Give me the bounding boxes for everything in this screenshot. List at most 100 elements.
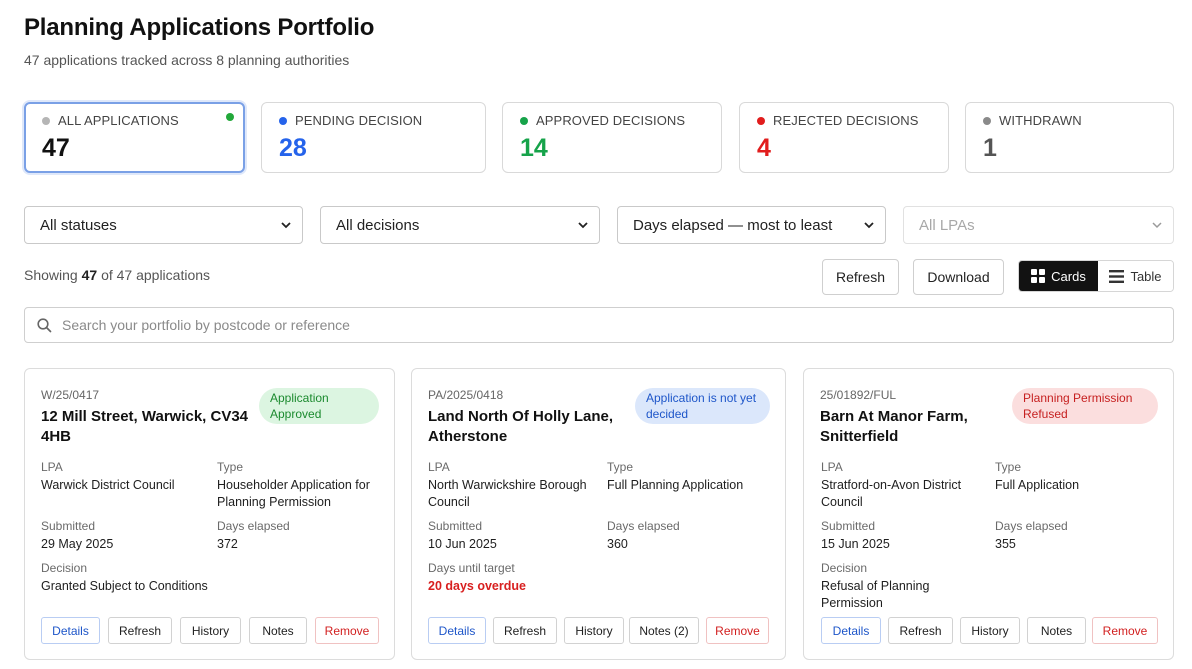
days-elapsed-value: 372 — [217, 537, 238, 551]
details-button[interactable]: Details — [41, 617, 100, 644]
stat-value: 14 — [520, 134, 548, 162]
refresh-button[interactable]: Refresh — [822, 259, 899, 295]
stat-card-withdrawn[interactable]: WITHDRAWN 1 — [965, 102, 1174, 173]
sort-select[interactable]: Days elapsed — most to least — [617, 206, 886, 244]
status-dot — [42, 116, 50, 125]
days-elapsed-label: Days elapsed — [217, 519, 290, 533]
remove-button[interactable]: Remove — [1092, 617, 1158, 644]
days-elapsed-label: Days elapsed — [995, 519, 1068, 533]
lpa-label: LPA — [428, 460, 450, 474]
table-view-button[interactable]: Table — [1098, 261, 1173, 291]
submitted-label: Submitted — [428, 519, 483, 533]
cards-view-button[interactable]: Cards — [1019, 261, 1098, 291]
stat-value: 4 — [757, 134, 771, 162]
select-value: All LPAs — [919, 216, 975, 234]
status-badge: Planning Permission Refused — [1012, 388, 1158, 424]
status-badge: Application is not yet decided — [635, 388, 770, 424]
submitted-value: 15 Jun 2025 — [821, 537, 890, 551]
grid-icon — [1031, 269, 1046, 283]
stat-label: PENDING DECISION — [295, 113, 423, 128]
results-summary: Showing 47 of 47 applications — [24, 267, 210, 283]
details-button[interactable]: Details — [428, 617, 486, 644]
card-refresh-button[interactable]: Refresh — [888, 617, 953, 644]
lpa-label: LPA — [821, 460, 843, 474]
type-label: Type — [607, 460, 634, 474]
stat-card-all[interactable]: ALL APPLICATIONS 47 — [24, 102, 245, 173]
history-button[interactable]: History — [960, 617, 1020, 644]
type-value: Full Application — [995, 478, 1080, 492]
chevron-down-icon — [864, 222, 874, 229]
summary-count: 47 — [81, 267, 98, 283]
view-toggle: Cards Table — [1018, 260, 1174, 292]
application-card: 25/01892/FUL Barn At Manor Farm, Snitter… — [803, 368, 1174, 660]
application-reference: PA/2025/0418 — [428, 388, 504, 402]
lpa-value: Warwick District Council — [41, 478, 175, 492]
application-address[interactable]: Barn At Manor Farm, Snitterfield — [820, 407, 1035, 447]
details-button[interactable]: Details — [821, 617, 881, 644]
stat-value: 47 — [42, 134, 70, 162]
stat-label: WITHDRAWN — [999, 113, 1082, 128]
submitted-label: Submitted — [821, 519, 876, 533]
notes-button[interactable]: Notes — [1027, 617, 1086, 644]
type-label: Type — [995, 460, 1022, 474]
stat-card-rejected[interactable]: REJECTED DECISIONS 4 — [739, 102, 949, 173]
stat-label: APPROVED DECISIONS — [536, 113, 686, 128]
days-elapsed-label: Days elapsed — [607, 519, 680, 533]
summary-suffix: of 47 applications — [101, 267, 211, 283]
days-until-target-value: 20 days overdue — [428, 579, 526, 593]
decision-label: Decision — [821, 561, 868, 575]
decision-value: Refusal of Planning Permission — [821, 579, 930, 610]
application-address[interactable]: Land North Of Holly Lane, Atherstone — [428, 407, 643, 447]
summary-prefix: Showing — [24, 267, 78, 283]
remove-button[interactable]: Remove — [706, 617, 769, 644]
status-dot — [983, 116, 991, 125]
lpa-value: Stratford-on-Avon District Council — [821, 478, 962, 509]
stat-card-pending[interactable]: PENDING DECISION 28 — [261, 102, 486, 173]
stat-card-approved[interactable]: APPROVED DECISIONS 14 — [502, 102, 722, 173]
active-indicator-dot — [226, 113, 234, 121]
lpa-filter-select[interactable]: All LPAs — [903, 206, 1174, 244]
notes-button[interactable]: Notes — [249, 617, 307, 644]
decision-filter-select[interactable]: All decisions — [320, 206, 600, 244]
chevron-down-icon — [281, 222, 291, 229]
status-dot — [757, 116, 765, 125]
application-card: W/25/0417 12 Mill Street, Warwick, CV34 … — [24, 368, 395, 660]
stat-label: ALL APPLICATIONS — [58, 113, 179, 128]
select-value: Days elapsed — most to least — [633, 216, 833, 234]
page-subtitle: 47 applications tracked across 8 plannin… — [24, 52, 350, 68]
status-dot — [279, 116, 287, 125]
table-view-label: Table — [1130, 268, 1162, 284]
notes-button[interactable]: Notes (2) — [629, 617, 699, 644]
application-card: PA/2025/0418 Land North Of Holly Lane, A… — [411, 368, 786, 660]
lpa-value: North Warwickshire Borough Council — [428, 478, 587, 509]
days-elapsed-value: 360 — [607, 537, 628, 551]
search-input[interactable] — [62, 317, 1062, 333]
stat-value: 28 — [279, 134, 307, 162]
submitted-value: 10 Jun 2025 — [428, 537, 497, 551]
lpa-label: LPA — [41, 460, 63, 474]
history-button[interactable]: History — [180, 617, 241, 644]
download-button[interactable]: Download — [913, 259, 1004, 295]
card-refresh-button[interactable]: Refresh — [108, 617, 172, 644]
remove-button[interactable]: Remove — [315, 617, 379, 644]
select-value: All statuses — [40, 216, 117, 234]
status-badge: Application Approved — [259, 388, 379, 424]
stat-label: REJECTED DECISIONS — [773, 113, 919, 128]
type-value: Householder Application for Planning Per… — [217, 478, 370, 509]
search-icon — [37, 317, 52, 332]
submitted-label: Submitted — [41, 519, 96, 533]
page-title: Planning Applications Portfolio — [24, 14, 375, 41]
type-label: Type — [217, 460, 244, 474]
status-filter-select[interactable]: All statuses — [24, 206, 303, 244]
history-button[interactable]: History — [564, 617, 624, 644]
type-value: Full Planning Application — [607, 478, 744, 492]
application-address[interactable]: 12 Mill Street, Warwick, CV34 4HB — [41, 407, 256, 447]
decision-value: Granted Subject to Conditions — [41, 579, 208, 593]
stat-value: 1 — [983, 134, 997, 162]
cards-view-label: Cards — [1051, 268, 1086, 284]
decision-label: Decision — [41, 561, 88, 575]
chevron-down-icon — [578, 222, 588, 229]
application-reference: 25/01892/FUL — [820, 388, 897, 402]
chevron-down-icon — [1152, 222, 1162, 229]
card-refresh-button[interactable]: Refresh — [493, 617, 557, 644]
